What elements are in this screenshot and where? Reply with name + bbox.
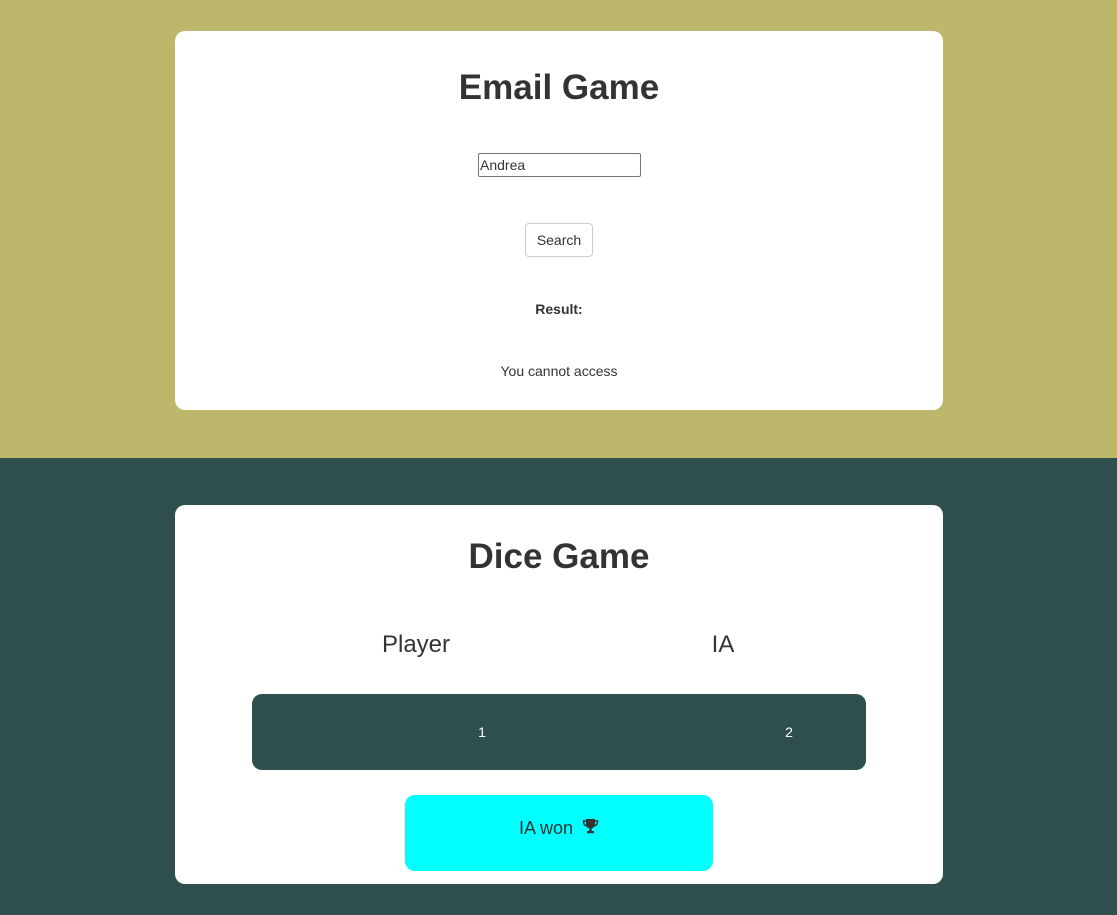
result-text: You cannot access [500, 363, 618, 379]
winner-banner[interactable]: IA won [405, 795, 713, 871]
scoreboard: 1 2 [252, 694, 866, 770]
ia-score: 2 [785, 724, 793, 740]
result-label: Result: [535, 301, 583, 317]
email-game-card: Email Game Search Result: You cannot acc… [175, 31, 943, 410]
player-label: Player [381, 631, 451, 658]
dice-game-card: Dice Game Player IA 1 2 IA won [175, 505, 943, 884]
dice-game-title: Dice Game [468, 537, 650, 576]
trophy-icon [582, 817, 599, 839]
email-game-title: Email Game [458, 68, 660, 107]
search-button[interactable]: Search [525, 223, 593, 257]
email-search-input[interactable] [478, 153, 641, 177]
ia-label: IA [711, 631, 735, 658]
winner-text: IA won [518, 818, 574, 838]
player-score: 1 [478, 724, 486, 740]
dice-game-section: Dice Game Player IA 1 2 IA won [0, 458, 1117, 915]
winner-content: IA won [405, 817, 713, 839]
email-game-section: Email Game Search Result: You cannot acc… [0, 0, 1117, 458]
